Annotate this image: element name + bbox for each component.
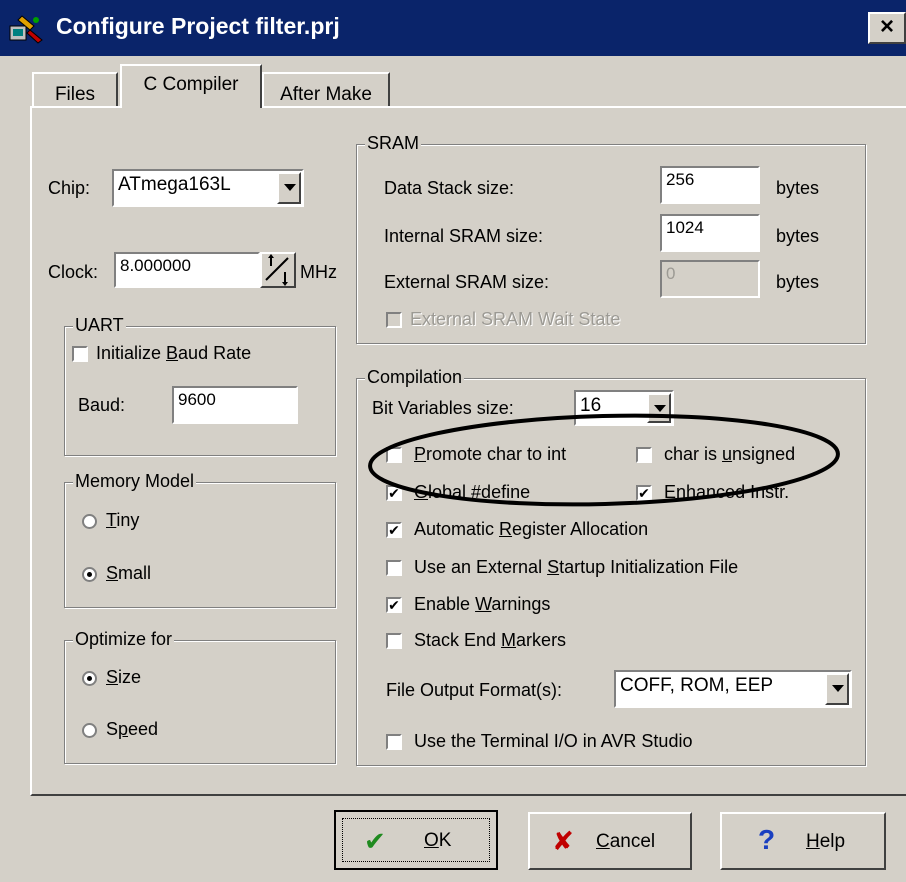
auto-register-checkbox[interactable]: ✔	[386, 522, 402, 538]
help-button[interactable]: ? Help	[720, 812, 886, 870]
ok-label: OK	[424, 830, 452, 851]
auto-register-label: Automatic Register Allocation	[414, 519, 649, 539]
init-baud-label: Initialize Baud Rate	[96, 343, 252, 363]
chip-select[interactable]: ATmega163L	[112, 169, 304, 207]
optimize-title: Optimize for	[73, 629, 175, 650]
chevron-down-icon[interactable]	[277, 172, 301, 204]
external-sram-label: External SRAM size:	[384, 272, 550, 292]
size-label: Size	[106, 667, 142, 687]
tab-files[interactable]: Files	[32, 72, 118, 108]
ext-startup-label: Use an External Startup Initialization F…	[414, 557, 739, 577]
ok-button[interactable]: ✔ OK	[334, 810, 498, 870]
question-icon: ?	[758, 824, 776, 855]
size-radio[interactable]	[82, 671, 97, 686]
optimize-group: Optimize for	[64, 629, 336, 764]
output-format-label: File Output Format(s):	[386, 680, 563, 700]
baud-input[interactable]: 9600	[172, 386, 298, 424]
clock-unit: MHz	[300, 262, 337, 282]
ext-startup-checkbox[interactable]	[386, 560, 402, 576]
speed-radio[interactable]	[82, 723, 97, 738]
help-label: Help	[806, 831, 846, 852]
warnings-label: Enable Warnings	[414, 594, 551, 614]
external-sram-unit: bytes	[776, 272, 820, 292]
sram-title: SRAM	[365, 133, 422, 154]
tab-after-make[interactable]: After Make	[262, 72, 390, 108]
small-radio[interactable]	[82, 567, 97, 582]
small-label: Small	[106, 563, 152, 583]
check-icon: ✔	[364, 826, 386, 856]
chevron-down-icon[interactable]	[825, 673, 849, 705]
clock-input[interactable]: 8.000000	[114, 252, 260, 288]
stack-end-label: Stack End Markers	[414, 630, 567, 650]
window-title: Configure Project filter.prj	[56, 13, 340, 39]
tab-c-compiler-label: C Compiler	[143, 74, 239, 95]
memory-model-group: Memory Model	[64, 471, 336, 608]
chip-value: ATmega163L	[118, 174, 231, 195]
tab-files-label: Files	[54, 84, 96, 105]
app-icon	[8, 12, 44, 44]
speed-label: Speed	[106, 719, 159, 739]
title-bar[interactable]: Configure Project filter.prj ×	[0, 0, 906, 56]
terminal-io-checkbox[interactable]	[386, 734, 402, 750]
internal-sram-unit: bytes	[776, 226, 820, 246]
internal-sram-label: Internal SRAM size:	[384, 226, 544, 246]
tab-after-make-label: After Make	[280, 84, 372, 105]
external-sram-input[interactable]: 0	[660, 260, 760, 298]
x-icon: ✘	[552, 826, 574, 856]
output-format-value: COFF, ROM, EEP	[620, 675, 774, 696]
internal-sram-input[interactable]: 1024	[660, 214, 760, 252]
tab-c-compiler[interactable]: C Compiler	[120, 64, 262, 108]
baud-label: Baud:	[78, 395, 126, 415]
cancel-button[interactable]: ✘ Cancel	[528, 812, 692, 870]
output-format-select[interactable]: COFF, ROM, EEP	[614, 670, 852, 708]
uart-title: UART	[73, 315, 126, 336]
data-stack-label: Data Stack size:	[384, 178, 515, 198]
tiny-radio[interactable]	[82, 514, 97, 529]
dialog-window: Configure Project filter.prj × Files C C…	[0, 0, 906, 882]
data-stack-input[interactable]: 256	[660, 166, 760, 204]
memory-model-title: Memory Model	[73, 471, 197, 492]
stack-end-checkbox[interactable]	[386, 633, 402, 649]
init-baud-checkbox[interactable]	[72, 346, 88, 362]
annotation-ellipse	[368, 413, 840, 507]
clock-label: Clock:	[48, 262, 99, 282]
warnings-checkbox[interactable]: ✔	[386, 597, 402, 613]
tiny-label: Tiny	[106, 510, 140, 530]
chip-label: Chip:	[48, 178, 91, 198]
terminal-io-label: Use the Terminal I/O in AVR Studio	[414, 731, 693, 751]
wait-state-checkbox[interactable]	[386, 312, 402, 328]
close-icon: ×	[879, 13, 894, 40]
wait-state-label: External SRAM Wait State	[410, 309, 621, 329]
clock-spin-button[interactable]	[260, 252, 296, 288]
data-stack-unit: bytes	[776, 178, 820, 198]
compilation-title: Compilation	[365, 367, 465, 388]
spin-arrows-icon	[265, 254, 289, 286]
cancel-label: Cancel	[596, 831, 656, 852]
close-button[interactable]: ×	[868, 12, 906, 44]
